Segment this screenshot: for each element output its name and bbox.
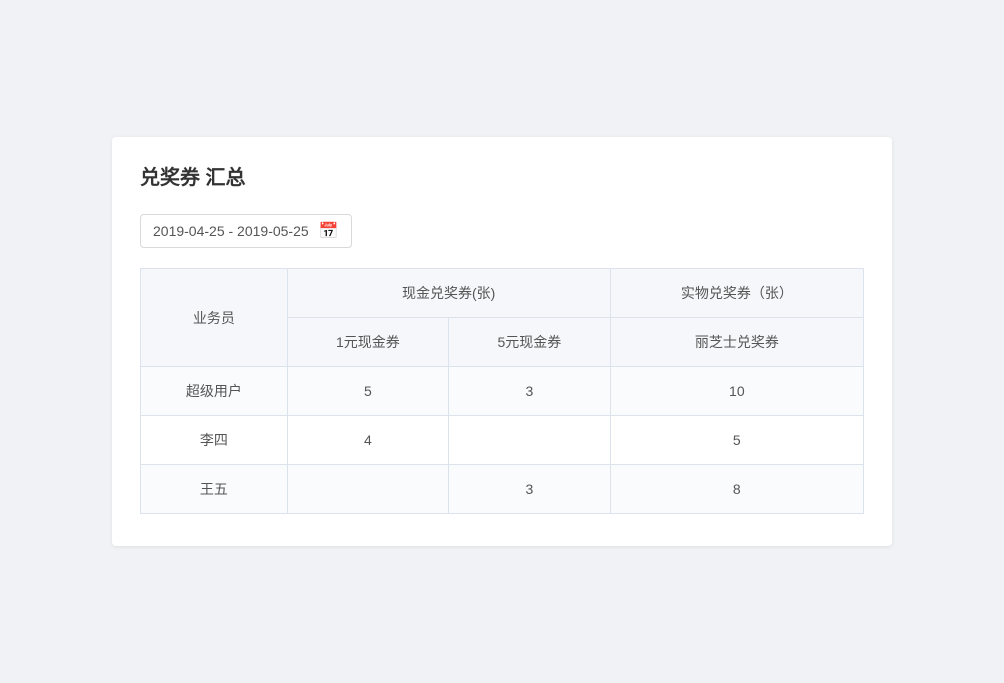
cell-1yuan: 4 [287, 416, 449, 465]
col-header-5yuan: 5元现金券 [449, 318, 611, 367]
page-title: 兑奖券 汇总 [140, 161, 864, 190]
summary-table: 业务员 现金兑奖券(张) 实物兑奖券（张） 1元现金券 5元现金券 丽芝士兑奖券… [140, 268, 864, 514]
col-header-physical-group: 实物兑奖券（张） [610, 269, 863, 318]
cell-5yuan [449, 416, 611, 465]
main-card: 兑奖券 汇总 2019-04-25 - 2019-05-25 📅 业务员 现金兑… [112, 137, 892, 546]
cell-lizhi: 5 [610, 416, 863, 465]
calendar-icon: 📅 [319, 221, 339, 241]
cell-5yuan: 3 [449, 465, 611, 514]
cell-agent: 超级用户 [141, 367, 288, 416]
cell-agent: 李四 [141, 416, 288, 465]
cell-1yuan: 5 [287, 367, 449, 416]
date-picker[interactable]: 2019-04-25 - 2019-05-25 📅 [140, 214, 352, 248]
cell-lizhi: 8 [610, 465, 863, 514]
col-header-agent: 业务员 [141, 269, 288, 367]
cell-lizhi: 10 [610, 367, 863, 416]
col-header-1yuan: 1元现金券 [287, 318, 449, 367]
col-header-lizhi: 丽芝士兑奖券 [610, 318, 863, 367]
table-row: 王五 38 [141, 465, 864, 514]
cell-1yuan [287, 465, 449, 514]
cell-5yuan: 3 [449, 367, 611, 416]
col-header-cash-group: 现金兑奖券(张) [287, 269, 610, 318]
date-range-text: 2019-04-25 - 2019-05-25 [153, 223, 309, 239]
table-row: 李四4 5 [141, 416, 864, 465]
table-row: 超级用户5310 [141, 367, 864, 416]
cell-agent: 王五 [141, 465, 288, 514]
